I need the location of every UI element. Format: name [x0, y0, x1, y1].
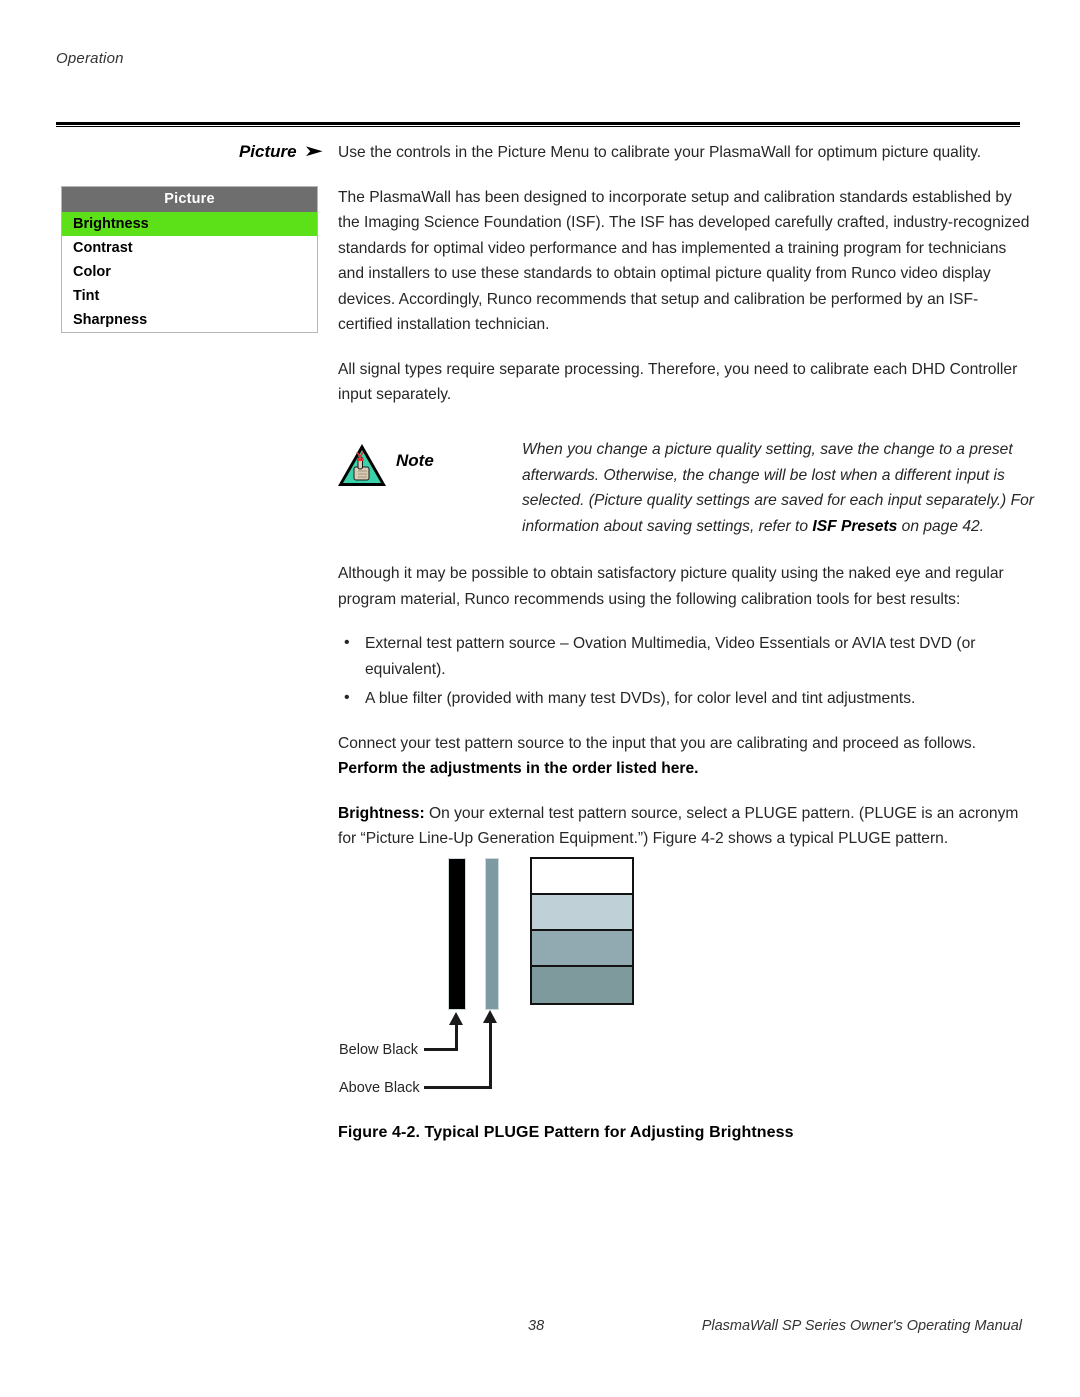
- callout-label-below-black: Below Black: [339, 1042, 418, 1058]
- pluge-bar-below-black: [448, 858, 466, 1010]
- paragraph-signal-types: All signal types require separate proces…: [338, 360, 1018, 404]
- osd-picture-menu: Picture Brightness Contrast Color Tint S…: [61, 186, 318, 333]
- arrow-right-icon: ➤: [304, 144, 323, 159]
- pluge-step-light-gray: [532, 895, 632, 931]
- paragraph-brightness: Brightness: On your external test patter…: [338, 801, 1030, 852]
- note-icon-wrapper: [336, 437, 396, 494]
- leader-line-below-black-horizontal: [424, 1048, 458, 1051]
- pluge-step-dark-gray: [532, 967, 632, 1003]
- note-text-part2: on page 42.: [897, 517, 985, 535]
- paragraph-intro: Use the controls in the Picture Menu to …: [338, 144, 982, 161]
- osd-menu-item-sharpness[interactable]: Sharpness: [62, 308, 317, 332]
- pluge-bar-above-black: [485, 858, 499, 1010]
- paragraph-isf-standards: The PlasmaWall has been designed to inco…: [338, 188, 1030, 334]
- running-head: Operation: [56, 50, 124, 67]
- leader-line-below-black-vertical: [455, 1024, 458, 1051]
- leader-line-above-black-vertical: [489, 1022, 492, 1089]
- brightness-description: On your external test pattern source, se…: [338, 804, 1019, 848]
- paragraph-calibration-tools: Although it may be possible to obtain sa…: [338, 565, 1004, 608]
- osd-menu-title: Picture: [62, 187, 317, 212]
- connect-source-bold: Perform the adjustments in the order lis…: [338, 760, 699, 777]
- section-heading: Picture ➤: [150, 141, 323, 162]
- pluge-pattern-figure: Below Black Above Black: [338, 852, 1038, 1112]
- arrow-head-above-black-icon: [483, 1010, 497, 1023]
- arrow-head-below-black-icon: [449, 1012, 463, 1025]
- main-text-column-top: Use the controls in the Picture Menu to …: [338, 140, 1030, 427]
- section-heading-label: Picture: [238, 142, 297, 161]
- list-item: External test pattern source – Ovation M…: [338, 630, 1030, 682]
- osd-menu-item-color[interactable]: Color: [62, 260, 317, 284]
- pluge-step-blocks: [530, 857, 634, 1005]
- footer-manual-title: PlasmaWall SP Series Owner's Operating M…: [701, 1318, 1022, 1334]
- main-text-column-bottom: Although it may be possible to obtain sa…: [338, 561, 1030, 871]
- note-label: Note: [396, 451, 434, 470]
- osd-menu-item-tint[interactable]: Tint: [62, 284, 317, 308]
- list-item: A blue filter (provided with many test D…: [338, 685, 1030, 712]
- osd-menu-item-contrast[interactable]: Contrast: [62, 236, 317, 260]
- leader-line-above-black-horizontal: [424, 1086, 492, 1089]
- figure-caption: Figure 4-2. Typical PLUGE Pattern for Ad…: [338, 1124, 794, 1141]
- calibration-tools-list: External test pattern source – Ovation M…: [338, 630, 1030, 712]
- note-warning-triangle-icon: [338, 444, 386, 486]
- paragraph-connect-source: Connect your test pattern source to the …: [338, 731, 1030, 782]
- pluge-step-white: [532, 859, 632, 895]
- footer-page-number: 38: [528, 1318, 545, 1334]
- pluge-step-medium-gray: [532, 931, 632, 967]
- note-body-text: When you change a picture quality settin…: [506, 437, 1036, 539]
- note-callout: Note When you change a picture quality s…: [336, 437, 1036, 539]
- note-text-isf-presets: ISF Presets: [812, 517, 898, 535]
- connect-source-plain: Connect your test pattern source to the …: [338, 734, 976, 752]
- osd-menu-item-brightness[interactable]: Brightness: [62, 212, 317, 236]
- brightness-term: Brightness:: [338, 804, 425, 822]
- header-divider: [56, 122, 1020, 127]
- callout-label-above-black: Above Black: [339, 1080, 420, 1096]
